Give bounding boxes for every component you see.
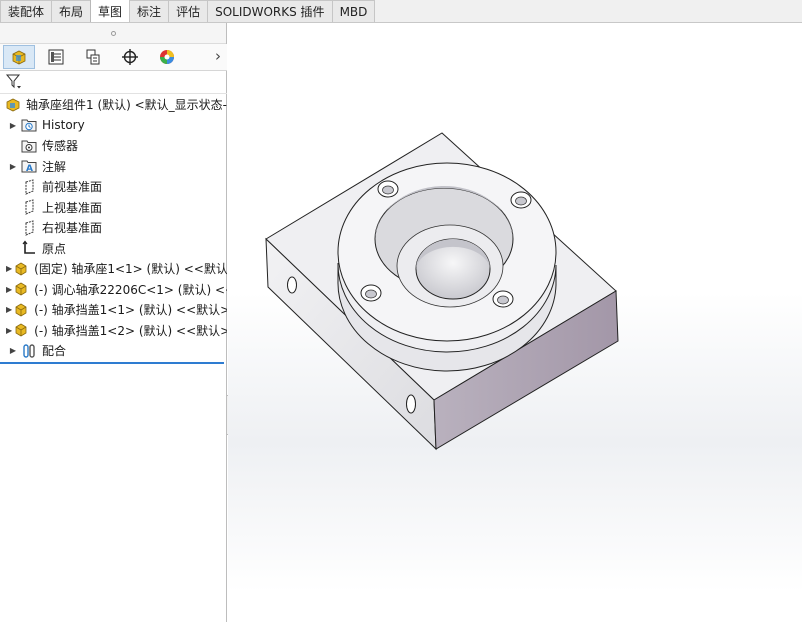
configuration-manager-icon[interactable] (77, 45, 109, 69)
side-hole-left[interactable] (287, 276, 297, 294)
tree-item-label: 注解 (42, 159, 67, 174)
part-icon (12, 281, 30, 298)
tree-item-label: 上视基准面 (42, 200, 103, 215)
tree-item-component-bearing[interactable]: ▶ (-) 调心轴承22206C<1> (默认) << (0, 279, 227, 300)
tree-item-top-plane[interactable]: 上视基准面 (0, 197, 227, 218)
tree-item-label: (固定) 轴承座1<1> (默认) <<默认> (34, 262, 227, 277)
expand-arrow-icon[interactable]: ▶ (6, 121, 20, 130)
feature-tree: 轴承座组件1 (默认) <默认_显示状态-1> ▶ History 传感器 ▶ … (0, 94, 227, 364)
tree-item-component-bearing-cover-2[interactable]: ▶ (-) 轴承挡盖1<2> (默认) <<默认>_ (0, 320, 227, 341)
tree-item-label: (-) 轴承挡盖1<2> (默认) <<默认>_ (34, 323, 227, 338)
tab-solidworks-addins[interactable]: SOLIDWORKS 插件 (207, 0, 333, 22)
filter-icon[interactable] (5, 73, 23, 91)
part-icon (12, 260, 30, 277)
tree-item-origin[interactable]: 原点 (0, 238, 227, 259)
side-hole-front[interactable] (406, 394, 416, 414)
tree-item-label: 传感器 (42, 139, 79, 154)
display-manager-icon[interactable] (151, 45, 183, 69)
tree-item-sensors[interactable]: 传感器 (0, 136, 227, 157)
tab-mbd[interactable]: MBD (331, 0, 376, 22)
feature-manager-tabs: › (0, 44, 227, 71)
property-manager-icon[interactable] (40, 45, 72, 69)
tree-item-label: 配合 (42, 344, 67, 359)
part-icon (12, 301, 30, 318)
history-icon (20, 117, 38, 134)
assembly-icon (4, 96, 22, 113)
command-manager-tabs: 装配体 布局 草图 标注 评估 SOLIDWORKS 插件 MBD (0, 0, 802, 23)
origin-icon (20, 240, 38, 257)
tab-markup[interactable]: 标注 (129, 0, 170, 22)
part-icon (12, 322, 30, 339)
svg-text:A: A (26, 164, 33, 174)
assembly-tree-icon[interactable] (3, 45, 35, 69)
annotation-icon: A (20, 158, 38, 175)
expand-arrow-icon[interactable]: ▶ (6, 346, 20, 355)
tree-item-front-plane[interactable]: 前视基准面 (0, 177, 227, 198)
plane-icon (20, 178, 38, 195)
tab-assembly[interactable]: 装配体 (0, 0, 53, 22)
tab-sketch[interactable]: 草图 (90, 0, 131, 22)
tree-item-component-bearing-housing[interactable]: ▶ (固定) 轴承座1<1> (默认) <<默认> (0, 259, 227, 280)
tree-end-marker (0, 362, 224, 364)
expand-arrow-icon[interactable]: ▶ (6, 162, 20, 171)
bearing-housing-model[interactable] (228, 23, 802, 622)
tree-item-mates[interactable]: ▶ 配合 (0, 341, 227, 362)
plane-icon (20, 219, 38, 236)
feature-manager-panel: › 轴承座组件1 (默认) <默认_显示状态-1> ▶ History 传感器 … (0, 23, 227, 622)
tree-root-label: 轴承座组件1 (默认) <默认_显示状态-1> (26, 98, 227, 112)
tree-item-label: 原点 (42, 241, 67, 256)
splitter-grip-icon (110, 30, 116, 36)
graphics-viewport[interactable] (228, 23, 802, 622)
sensor-icon (20, 137, 38, 154)
tree-item-label: 前视基准面 (42, 180, 103, 195)
tab-evaluate[interactable]: 评估 (168, 0, 209, 22)
mates-icon (20, 342, 38, 359)
tree-item-label: History (42, 118, 85, 133)
panel-splitter[interactable] (0, 23, 226, 44)
plane-icon (20, 199, 38, 216)
more-tabs-chevron-icon[interactable]: › (215, 47, 221, 65)
tree-item-component-bearing-cover-1[interactable]: ▶ (-) 轴承挡盖1<1> (默认) <<默认>_ (0, 300, 227, 321)
tree-item-label: 右视基准面 (42, 221, 103, 236)
tree-filter[interactable] (0, 71, 227, 94)
tree-item-history[interactable]: ▶ History (0, 115, 227, 136)
tree-item-right-plane[interactable]: 右视基准面 (0, 218, 227, 239)
tree-item-label: (-) 轴承挡盖1<1> (默认) <<默认>_ (34, 303, 227, 318)
tree-root-assembly[interactable]: 轴承座组件1 (默认) <默认_显示状态-1> (0, 94, 227, 115)
tree-item-label: (-) 调心轴承22206C<1> (默认) << (34, 282, 227, 297)
dimxpert-icon[interactable] (114, 45, 146, 69)
tree-item-annotations[interactable]: ▶ A 注解 (0, 156, 227, 177)
tab-layout[interactable]: 布局 (51, 0, 92, 22)
